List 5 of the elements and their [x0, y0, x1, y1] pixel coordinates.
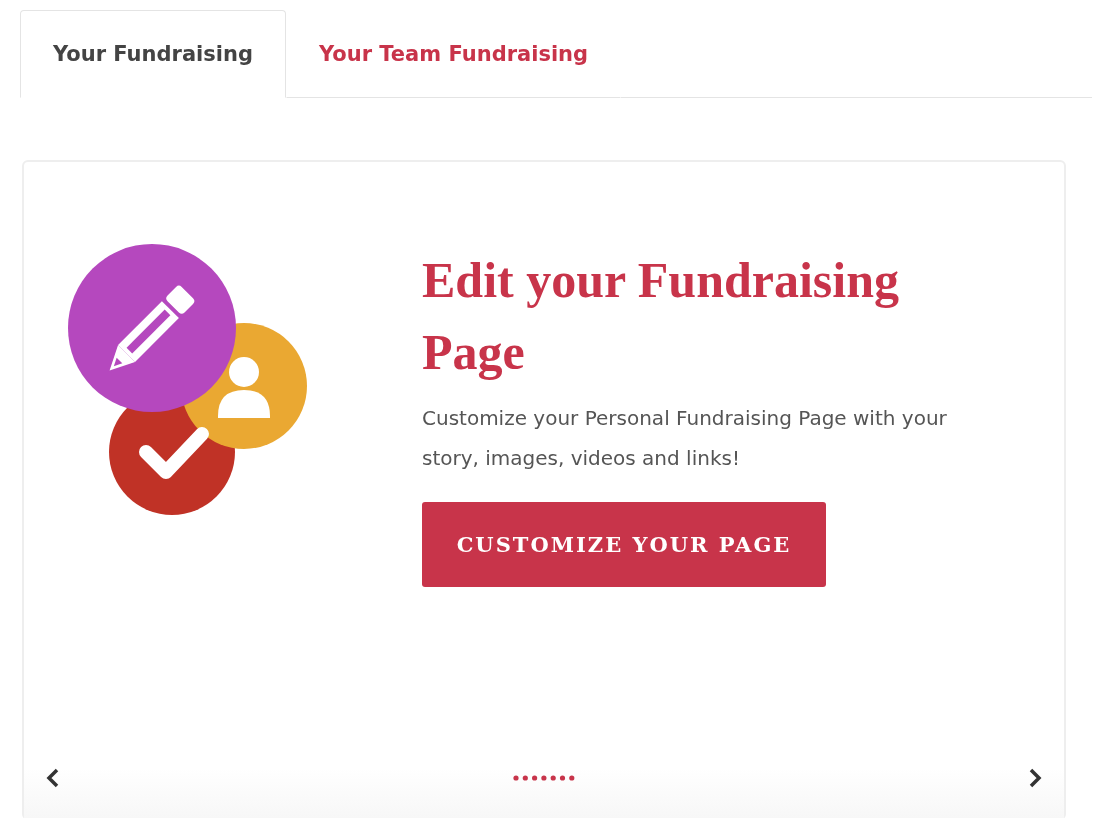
- customize-button[interactable]: CUSTOMIZE YOUR PAGE: [422, 502, 826, 587]
- tab[interactable]: Your Fundraising: [20, 10, 286, 98]
- pagination-dots[interactable]: [513, 775, 575, 781]
- slide-title: Edit your Fundraising Page: [422, 251, 900, 382]
- slide-description: Customize your Personal Fundraising Page with your story, images, videos and links!: [422, 405, 948, 472]
